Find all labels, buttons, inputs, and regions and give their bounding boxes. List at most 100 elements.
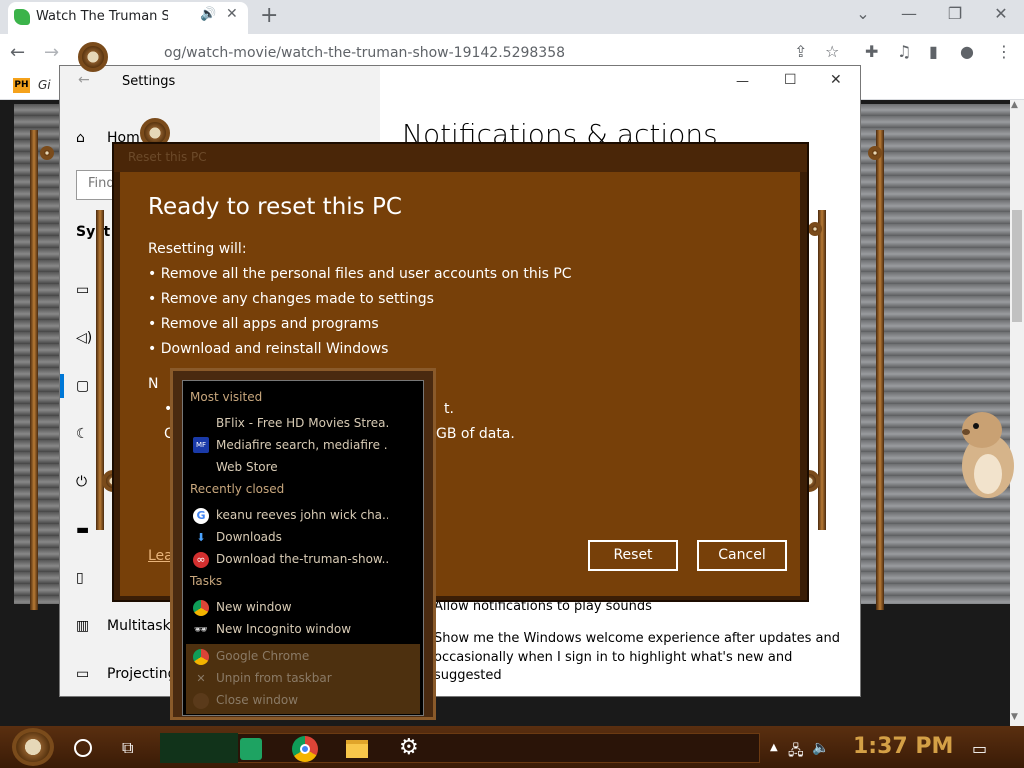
forward-arrow-icon[interactable]: →	[44, 42, 59, 63]
bookmark-label[interactable]: Gi	[38, 78, 51, 92]
settings-minimize-button[interactable]: —	[736, 74, 749, 89]
share-icon[interactable]: ⇪	[794, 42, 807, 61]
reset-bullet-text: Remove all apps and programs	[160, 316, 379, 332]
action-center-icon[interactable]: ▭	[972, 739, 987, 758]
sidebar-item-projecting[interactable]: Projecting	[107, 666, 177, 682]
unpin-icon: ✕	[196, 672, 206, 685]
jumplist-item[interactable]: keanu reeves john wick cha...	[216, 508, 388, 522]
pipe-decor	[876, 130, 884, 610]
incognito-icon: 🕶	[194, 623, 208, 636]
jumplist-header-tasks: Tasks	[190, 574, 223, 588]
sidebar-selection-indicator	[60, 374, 64, 398]
close-window-icon	[193, 693, 209, 709]
gauge-decor-icon	[868, 146, 882, 160]
jumplist-task-new-window[interactable]: New window	[216, 600, 388, 614]
notifications-icon[interactable]: ▢	[76, 378, 89, 394]
gauge-decor-icon	[808, 222, 822, 236]
tab-audio-icon[interactable]: 🔊	[200, 7, 216, 22]
media-control-icon[interactable]: ♫	[897, 42, 911, 61]
site-favicon-icon	[14, 9, 30, 25]
tray-overflow-icon[interactable]: ▲	[770, 742, 778, 753]
jumplist-footer-close[interactable]: Close window	[216, 693, 298, 707]
reset-intro-text: Resetting will:	[148, 241, 247, 257]
settings-close-button[interactable]: ✕	[830, 72, 842, 88]
jumplist-item[interactable]: Web Store	[216, 460, 388, 474]
task-view-icon[interactable]: ⧉	[122, 738, 133, 758]
jumplist-footer-unpin[interactable]: Unpin from taskbar	[216, 671, 332, 685]
restore-button[interactable]: ❐	[940, 4, 970, 23]
home-icon: ⌂	[76, 130, 85, 146]
jumplist-item[interactable]: BFlix - Free HD Movies Strea...	[216, 416, 388, 430]
profile-avatar-icon[interactable]: ●	[960, 42, 974, 61]
jumplist-item[interactable]: Downloads	[216, 530, 388, 544]
new-tab-button[interactable]: +	[260, 3, 278, 28]
reset-bullet: • Download and reinstall Windows	[148, 341, 389, 357]
tab-close-button[interactable]: ✕	[226, 6, 238, 22]
reset-partial-text: GB of data.	[436, 426, 515, 442]
scroll-down-icon[interactable]: ▼	[1011, 712, 1018, 722]
multitasking-icon[interactable]: ▥	[76, 618, 89, 634]
reset-bullet: • Remove all the personal files and user…	[148, 266, 572, 282]
storage-icon[interactable]: ▬	[76, 522, 89, 538]
focus-assist-icon[interactable]: ☾	[76, 426, 89, 442]
notif-option-welcome[interactable]: Show me the Windows welcome experience a…	[434, 631, 840, 646]
cortana-search-icon[interactable]	[74, 739, 92, 757]
tab-search-button[interactable]: ⌄	[848, 4, 878, 23]
address-bar[interactable]: og/watch-movie/watch-the-truman-show-191…	[164, 45, 565, 61]
google-icon: G	[193, 508, 209, 524]
minimize-button[interactable]: —	[894, 4, 924, 23]
power-icon[interactable]: ⏻	[76, 474, 87, 490]
reset-bullet-text: Remove all the personal files and user a…	[160, 266, 572, 282]
reset-bullet-text: Download and reinstall Windows	[160, 341, 389, 357]
reset-dialog-titlebar-text: Reset this PC	[128, 150, 207, 164]
reset-partial-text: t.	[444, 401, 454, 417]
settings-back-icon[interactable]: ←	[78, 72, 90, 88]
reset-dialog-titlebar	[114, 144, 807, 172]
sound-icon[interactable]: ◁)	[76, 330, 92, 346]
volume-muted-icon[interactable]: 🔈	[812, 740, 829, 756]
settings-title: Settings	[122, 74, 176, 89]
taskbar-clock[interactable]: 1:37 PM	[853, 734, 953, 759]
reset-bullet: • Remove any changes made to settings	[148, 291, 434, 307]
chrome-icon	[193, 600, 209, 616]
sheets-app-icon[interactable]	[240, 738, 262, 760]
jumplist-header-most-visited: Most visited	[190, 390, 263, 404]
bookmark-ph-icon[interactable]: PH	[13, 78, 30, 93]
projecting-icon[interactable]: ▭	[76, 666, 89, 682]
start-button-icon[interactable]	[12, 728, 54, 766]
tab-title: Watch The Truman Show	[36, 9, 168, 24]
extensions-icon[interactable]: ✚	[865, 42, 878, 61]
side-panel-icon[interactable]: ▮	[929, 42, 938, 61]
jumplist-task-incognito[interactable]: New Incognito window	[216, 622, 388, 636]
sidebar-section-system: Syst	[76, 224, 111, 240]
reset-partial-heading: N	[148, 376, 159, 392]
jumplist-item[interactable]: Download the-truman-show....	[216, 552, 388, 566]
scroll-up-icon[interactable]: ▲	[1011, 100, 1018, 110]
hamster-mascot-image	[962, 412, 1014, 498]
close-window-button[interactable]: ✕	[986, 4, 1016, 23]
reset-dialog-title: Ready to reset this PC	[148, 194, 402, 220]
download-icon: ⬇	[196, 531, 206, 544]
settings-maximize-button[interactable]: ☐	[784, 72, 797, 88]
mediafire-icon: MF	[193, 437, 209, 453]
file-explorer-icon[interactable]	[346, 740, 368, 758]
jumplist-item[interactable]: Mediafire search, mediafire ...	[216, 438, 388, 452]
jumplist-footer-app[interactable]: Google Chrome	[216, 649, 309, 663]
display-icon[interactable]: ▭	[76, 282, 89, 298]
gear-decor-icon	[78, 42, 108, 72]
tablet-icon[interactable]: ▯	[76, 570, 84, 586]
chrome-icon	[193, 649, 209, 665]
scrollbar-thumb[interactable]	[1012, 210, 1022, 322]
chrome-app-icon-center	[300, 744, 310, 754]
reset-button[interactable]: Reset	[588, 540, 678, 571]
jumplist-header-recently-closed: Recently closed	[190, 482, 285, 496]
settings-gear-icon[interactable]: ⚙	[399, 735, 419, 760]
back-arrow-icon[interactable]: ←	[10, 42, 25, 63]
site-mask-icon: ∞	[193, 552, 209, 568]
reset-bullet: • Remove all apps and programs	[148, 316, 379, 332]
menu-kebab-icon[interactable]: ⋮	[996, 42, 1012, 61]
cancel-button[interactable]: Cancel	[697, 540, 787, 571]
network-icon[interactable]: 🖧	[788, 740, 804, 764]
bookmark-star-icon[interactable]: ☆	[825, 42, 839, 61]
taskbar-app-slot[interactable]	[160, 733, 238, 763]
